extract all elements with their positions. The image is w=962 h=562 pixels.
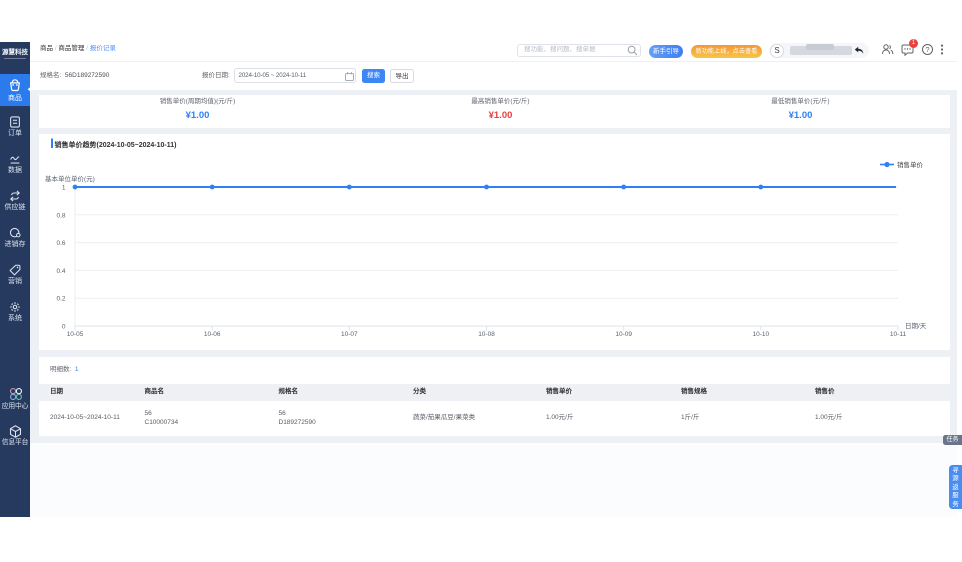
svg-text:10-09: 10-09 <box>615 331 632 338</box>
svg-text:10-05: 10-05 <box>67 331 84 338</box>
svg-text:0: 0 <box>62 324 66 331</box>
svg-text:销售单价趋势(2024-10-05~2024-10-11): 销售单价趋势(2024-10-05~2024-10-11) <box>54 140 177 149</box>
svg-text:10-08: 10-08 <box>478 331 495 338</box>
svg-text:10-11: 10-11 <box>890 331 907 338</box>
svg-text:0.4: 0.4 <box>56 268 65 275</box>
svg-text:10-07: 10-07 <box>341 331 358 338</box>
svg-text:1: 1 <box>62 185 66 192</box>
svg-text:0.2: 0.2 <box>56 296 65 303</box>
svg-text:销售单价: 销售单价 <box>897 160 924 169</box>
svg-text:10-10: 10-10 <box>752 331 769 338</box>
svg-text:0.6: 0.6 <box>56 240 65 247</box>
svg-text:10-06: 10-06 <box>204 331 221 338</box>
svg-text:0.8: 0.8 <box>56 212 65 219</box>
svg-text:基本单位单价(元): 基本单位单价(元) <box>45 174 95 183</box>
svg-text:日期/天: 日期/天 <box>905 322 927 330</box>
